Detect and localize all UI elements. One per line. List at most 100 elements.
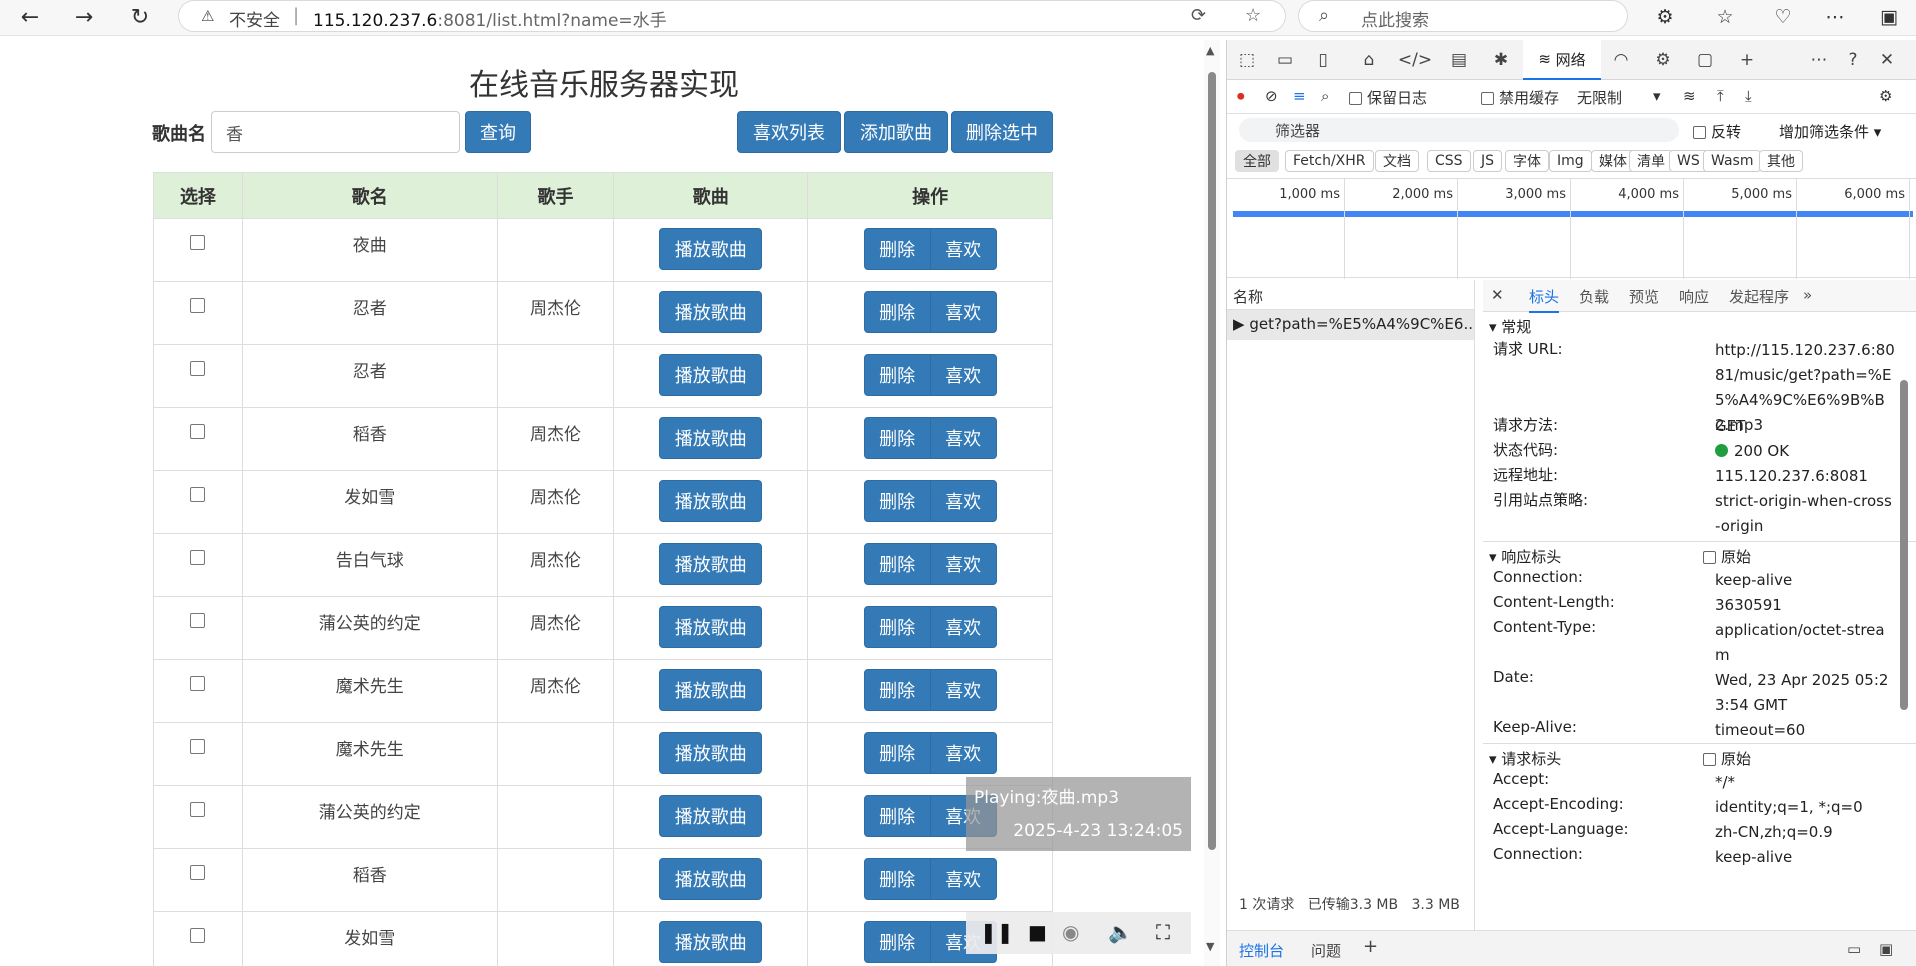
row-checkbox[interactable]: [190, 550, 206, 565]
chevron-down-icon[interactable]: ▾: [1653, 87, 1661, 105]
dock-icon[interactable]: ▯: [1309, 46, 1337, 74]
delete-song-button[interactable]: 删除: [863, 228, 931, 270]
play-song-button[interactable]: 播放歌曲: [659, 417, 763, 459]
row-checkbox[interactable]: [190, 928, 206, 943]
sources-icon[interactable]: ✱: [1487, 46, 1515, 74]
name-column-header[interactable]: 名称: [1227, 280, 1474, 310]
play-song-button[interactable]: 播放歌曲: [659, 354, 763, 396]
like-song-button[interactable]: 喜欢: [929, 291, 997, 333]
type-filter-chip[interactable]: Img: [1549, 150, 1592, 172]
add-drawer-tab-icon[interactable]: +: [1363, 936, 1378, 957]
scroll-down-icon[interactable]: ▼: [1206, 940, 1214, 953]
type-filter-chip[interactable]: Fetch/XHR: [1285, 150, 1374, 172]
type-filter-chip[interactable]: 文档: [1375, 150, 1419, 172]
request-headers-section[interactable]: ▾ 请求标头 原始: [1483, 744, 1916, 770]
row-checkbox[interactable]: [190, 676, 206, 691]
play-song-button[interactable]: 播放歌曲: [659, 543, 763, 585]
insecure-label[interactable]: 不安全: [229, 6, 280, 31]
more-tabs-icon[interactable]: »: [1803, 286, 1812, 304]
tab-initiator[interactable]: 发起程序: [1729, 286, 1789, 307]
tab-payload[interactable]: 负载: [1579, 286, 1609, 307]
play-song-button[interactable]: 播放歌曲: [659, 858, 763, 900]
query-button[interactable]: 查询: [465, 111, 531, 153]
type-filter-chip[interactable]: JS: [1473, 150, 1503, 172]
type-filter-chip[interactable]: 其他: [1759, 150, 1803, 172]
warning-icon[interactable]: ⚠: [201, 7, 214, 25]
close-devtools-icon[interactable]: ✕: [1873, 46, 1901, 74]
type-filter-chip[interactable]: Wasm: [1703, 150, 1762, 172]
console-icon[interactable]: ▤: [1445, 46, 1473, 74]
search-network-icon[interactable]: ⌕: [1321, 87, 1329, 105]
record-icon[interactable]: ⏺: [1237, 87, 1245, 105]
delete-song-button[interactable]: 删除: [863, 606, 931, 648]
like-song-button[interactable]: 喜欢: [929, 732, 997, 774]
back-icon[interactable]: ←: [14, 2, 46, 32]
type-filter-chip[interactable]: WS: [1669, 150, 1708, 172]
like-list-button[interactable]: 喜欢列表: [737, 111, 841, 153]
row-checkbox[interactable]: [190, 739, 206, 754]
row-checkbox[interactable]: [190, 613, 206, 628]
throttle-select[interactable]: 无限制: [1577, 87, 1622, 108]
performance-icon[interactable]: ◠: [1607, 46, 1635, 74]
more-filters-dropdown[interactable]: 增加筛选条件 ▾: [1779, 121, 1881, 142]
inspect-icon[interactable]: ⬚: [1233, 46, 1261, 74]
browser-search[interactable]: ⌕ 点此搜索: [1298, 0, 1628, 32]
type-filter-chip[interactable]: 字体: [1505, 150, 1549, 172]
response-headers-section[interactable]: ▾ 响应标头 原始: [1483, 542, 1916, 568]
network-settings-icon[interactable]: ⚙: [1879, 87, 1892, 105]
song-search-input[interactable]: [211, 111, 460, 153]
delete-song-button[interactable]: 删除: [863, 543, 931, 585]
elements-icon[interactable]: </>: [1398, 46, 1432, 74]
clear-icon[interactable]: ⊘: [1265, 87, 1278, 105]
help-icon[interactable]: ?: [1839, 46, 1867, 74]
fullscreen-icon[interactable]: ⛶: [1156, 920, 1170, 944]
play-song-button[interactable]: 播放歌曲: [659, 795, 763, 837]
raw-checkbox[interactable]: 原始: [1703, 546, 1751, 567]
request-row[interactable]: ▶ get?path=%E5%A4%9C%E6...: [1227, 310, 1474, 340]
row-checkbox[interactable]: [190, 865, 206, 880]
url-text[interactable]: 115.120.237.6:8081/list.html?name=水手: [313, 6, 667, 31]
application-icon[interactable]: ▢: [1691, 46, 1719, 74]
pause-icon[interactable]: ❚❚: [980, 920, 1014, 944]
delete-song-button[interactable]: 删除: [863, 669, 931, 711]
play-song-button[interactable]: 播放歌曲: [659, 921, 763, 963]
row-checkbox[interactable]: [190, 361, 206, 376]
row-checkbox[interactable]: [190, 487, 206, 502]
reload-icon[interactable]: ↻: [124, 2, 156, 32]
tab-preview[interactable]: 预览: [1629, 286, 1659, 307]
translate-icon[interactable]: ⟳: [1191, 5, 1206, 26]
filter-input[interactable]: 筛选器: [1239, 118, 1679, 142]
like-song-button[interactable]: 喜欢: [929, 669, 997, 711]
page-scroll-thumb[interactable]: [1208, 72, 1216, 850]
close-drawer-icon[interactable]: ▣: [1879, 940, 1893, 958]
tab-issues[interactable]: 问题: [1311, 940, 1341, 961]
general-section[interactable]: ▾ 常规: [1483, 312, 1916, 338]
settings-gear-icon[interactable]: ⚙: [1649, 46, 1677, 74]
like-song-button[interactable]: 喜欢: [929, 354, 997, 396]
delete-song-button[interactable]: 删除: [863, 417, 931, 459]
raw-checkbox[interactable]: 原始: [1703, 748, 1751, 769]
like-song-button[interactable]: 喜欢: [929, 543, 997, 585]
type-filter-chip[interactable]: 清单: [1629, 150, 1673, 172]
delete-song-button[interactable]: 删除: [863, 732, 931, 774]
play-song-button[interactable]: 播放歌曲: [659, 228, 763, 270]
delete-song-button[interactable]: 删除: [863, 291, 931, 333]
type-filter-chip[interactable]: CSS: [1427, 150, 1471, 172]
home-icon[interactable]: ⌂: [1355, 46, 1383, 74]
more-menu-icon[interactable]: ⋯: [1818, 2, 1852, 32]
row-checkbox[interactable]: [190, 298, 206, 313]
scroll-up-icon[interactable]: ▲: [1206, 44, 1214, 57]
volume-icon[interactable]: 🔈: [1108, 920, 1133, 944]
delete-song-button[interactable]: 删除: [863, 480, 931, 522]
filter-icon[interactable]: ≡: [1293, 87, 1306, 105]
extensions-icon[interactable]: ⚙: [1648, 2, 1682, 32]
like-song-button[interactable]: 喜欢: [929, 228, 997, 270]
delete-song-button[interactable]: 删除: [863, 354, 931, 396]
like-song-button[interactable]: 喜欢: [929, 606, 997, 648]
invert-checkbox[interactable]: 反转: [1693, 121, 1741, 142]
add-song-button[interactable]: 添加歌曲: [844, 111, 948, 153]
delete-song-button[interactable]: 删除: [863, 921, 931, 963]
page-scrollbar[interactable]: ▲ ▼: [1204, 40, 1220, 966]
import-icon[interactable]: ⤒: [1717, 87, 1724, 105]
row-checkbox[interactable]: [190, 424, 206, 439]
